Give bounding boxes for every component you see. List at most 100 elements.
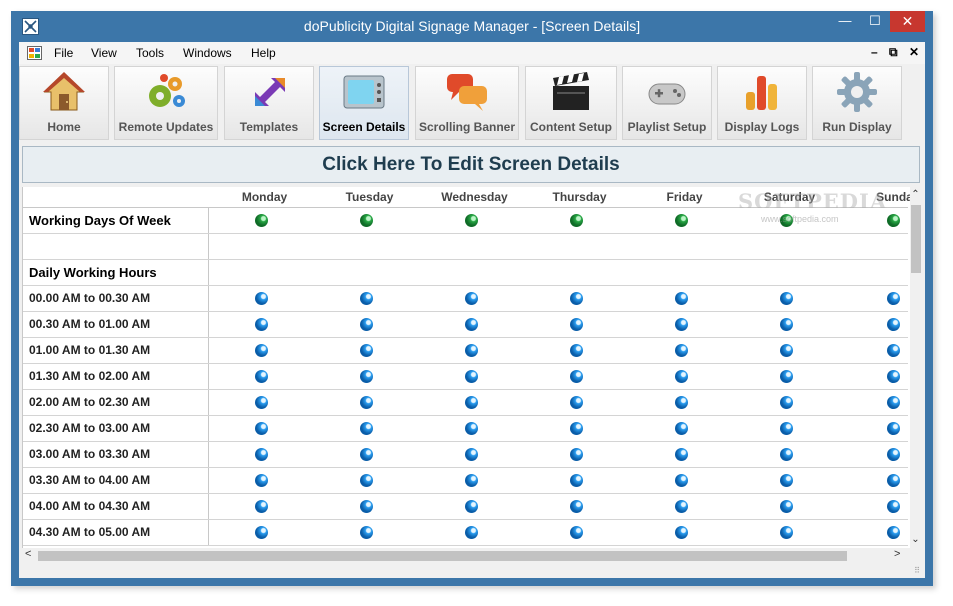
time-slot-toggle-icon[interactable] xyxy=(887,474,900,487)
working-day-toggle-icon[interactable] xyxy=(465,214,478,227)
time-slot-toggle-icon[interactable] xyxy=(360,422,373,435)
maximize-button[interactable]: ☐ xyxy=(860,11,890,32)
title-bar[interactable]: doPublicity Digital Signage Manager - [S… xyxy=(11,11,933,42)
working-day-toggle-icon[interactable] xyxy=(675,214,688,227)
time-slot-toggle-icon[interactable] xyxy=(887,448,900,461)
scroll-down-icon[interactable]: ⌄ xyxy=(910,534,921,545)
time-slot-toggle-icon[interactable] xyxy=(887,370,900,383)
time-slot-toggle-icon[interactable] xyxy=(570,526,583,539)
mdi-minimize-button[interactable]: – xyxy=(871,45,878,59)
toolbar-display-logs-button[interactable]: Display Logs xyxy=(717,66,807,140)
time-slot-toggle-icon[interactable] xyxy=(360,344,373,357)
time-slot-toggle-icon[interactable] xyxy=(465,318,478,331)
time-slot-toggle-icon[interactable] xyxy=(465,344,478,357)
working-day-toggle-icon[interactable] xyxy=(570,214,583,227)
time-slot-toggle-icon[interactable] xyxy=(887,526,900,539)
mdi-restore-button[interactable]: ⧉ xyxy=(889,45,898,60)
horizontal-scroll-thumb[interactable] xyxy=(38,551,847,561)
time-slot-toggle-icon[interactable] xyxy=(465,526,478,539)
toolbar-home-button[interactable]: Home xyxy=(19,66,109,140)
time-slot-toggle-icon[interactable] xyxy=(887,292,900,305)
time-slot-toggle-icon[interactable] xyxy=(675,448,688,461)
menu-file[interactable]: File xyxy=(54,46,73,60)
time-slot-toggle-icon[interactable] xyxy=(360,526,373,539)
menu-tools[interactable]: Tools xyxy=(136,46,164,60)
time-slot-toggle-icon[interactable] xyxy=(887,500,900,513)
time-slot-toggle-icon[interactable] xyxy=(780,292,793,305)
time-slot-toggle-icon[interactable] xyxy=(255,344,268,357)
time-slot-toggle-icon[interactable] xyxy=(887,422,900,435)
time-slot-toggle-icon[interactable] xyxy=(360,396,373,409)
working-day-toggle-icon[interactable] xyxy=(887,214,900,227)
toolbar-screen-details-button[interactable]: Screen Details xyxy=(319,66,409,140)
toolbar-content-setup-button[interactable]: Content Setup xyxy=(525,66,617,140)
time-slot-toggle-icon[interactable] xyxy=(255,370,268,383)
scroll-left-icon[interactable]: < xyxy=(25,548,31,560)
time-slot-toggle-icon[interactable] xyxy=(570,474,583,487)
time-slot-toggle-icon[interactable] xyxy=(465,422,478,435)
time-slot-toggle-icon[interactable] xyxy=(465,474,478,487)
time-slot-toggle-icon[interactable] xyxy=(360,370,373,383)
time-slot-toggle-icon[interactable] xyxy=(465,370,478,383)
time-slot-toggle-icon[interactable] xyxy=(255,500,268,513)
mdi-close-button[interactable]: ✕ xyxy=(909,45,919,59)
mdi-document-icon[interactable] xyxy=(27,46,42,60)
time-slot-toggle-icon[interactable] xyxy=(360,318,373,331)
time-slot-toggle-icon[interactable] xyxy=(465,448,478,461)
time-slot-toggle-icon[interactable] xyxy=(675,396,688,409)
time-slot-toggle-icon[interactable] xyxy=(570,396,583,409)
time-slot-toggle-icon[interactable] xyxy=(887,344,900,357)
time-slot-toggle-icon[interactable] xyxy=(255,474,268,487)
time-slot-toggle-icon[interactable] xyxy=(570,500,583,513)
time-slot-toggle-icon[interactable] xyxy=(887,396,900,409)
time-slot-toggle-icon[interactable] xyxy=(255,526,268,539)
scroll-right-icon[interactable]: > xyxy=(894,548,900,560)
time-slot-toggle-icon[interactable] xyxy=(780,474,793,487)
time-slot-toggle-icon[interactable] xyxy=(255,318,268,331)
time-slot-toggle-icon[interactable] xyxy=(780,396,793,409)
menu-windows[interactable]: Windows xyxy=(183,46,232,60)
time-slot-toggle-icon[interactable] xyxy=(360,448,373,461)
toolbar-remote-updates-button[interactable]: Remote Updates xyxy=(114,66,218,140)
time-slot-toggle-icon[interactable] xyxy=(780,500,793,513)
toolbar-run-display-button[interactable]: Run Display xyxy=(812,66,902,140)
time-slot-toggle-icon[interactable] xyxy=(570,448,583,461)
edit-screen-details-button[interactable]: Click Here To Edit Screen Details xyxy=(22,146,920,183)
time-slot-toggle-icon[interactable] xyxy=(780,344,793,357)
time-slot-toggle-icon[interactable] xyxy=(675,370,688,383)
close-button[interactable]: ✕ xyxy=(890,11,925,32)
time-slot-toggle-icon[interactable] xyxy=(570,370,583,383)
time-slot-toggle-icon[interactable] xyxy=(780,448,793,461)
time-slot-toggle-icon[interactable] xyxy=(465,292,478,305)
resize-grip-icon[interactable]: ⠿ xyxy=(914,566,920,575)
time-slot-toggle-icon[interactable] xyxy=(780,422,793,435)
time-slot-toggle-icon[interactable] xyxy=(780,318,793,331)
time-slot-toggle-icon[interactable] xyxy=(675,474,688,487)
time-slot-toggle-icon[interactable] xyxy=(675,526,688,539)
time-slot-toggle-icon[interactable] xyxy=(255,396,268,409)
time-slot-toggle-icon[interactable] xyxy=(675,500,688,513)
time-slot-toggle-icon[interactable] xyxy=(255,422,268,435)
vertical-scroll-thumb[interactable] xyxy=(911,205,921,273)
vertical-scrollbar[interactable]: ⌃ ⌄ xyxy=(910,187,921,550)
menu-view[interactable]: View xyxy=(91,46,117,60)
menu-help[interactable]: Help xyxy=(251,46,276,60)
time-slot-toggle-icon[interactable] xyxy=(255,292,268,305)
time-slot-toggle-icon[interactable] xyxy=(360,500,373,513)
scroll-up-icon[interactable]: ⌃ xyxy=(910,189,921,200)
time-slot-toggle-icon[interactable] xyxy=(465,500,478,513)
time-slot-toggle-icon[interactable] xyxy=(780,370,793,383)
time-slot-toggle-icon[interactable] xyxy=(570,292,583,305)
time-slot-toggle-icon[interactable] xyxy=(675,318,688,331)
time-slot-toggle-icon[interactable] xyxy=(360,292,373,305)
time-slot-toggle-icon[interactable] xyxy=(255,448,268,461)
time-slot-toggle-icon[interactable] xyxy=(675,422,688,435)
toolbar-templates-button[interactable]: Templates xyxy=(224,66,314,140)
minimize-button[interactable]: — xyxy=(830,11,860,32)
time-slot-toggle-icon[interactable] xyxy=(465,396,478,409)
time-slot-toggle-icon[interactable] xyxy=(360,474,373,487)
working-day-toggle-icon[interactable] xyxy=(255,214,268,227)
time-slot-toggle-icon[interactable] xyxy=(570,318,583,331)
time-slot-toggle-icon[interactable] xyxy=(675,344,688,357)
time-slot-toggle-icon[interactable] xyxy=(570,422,583,435)
